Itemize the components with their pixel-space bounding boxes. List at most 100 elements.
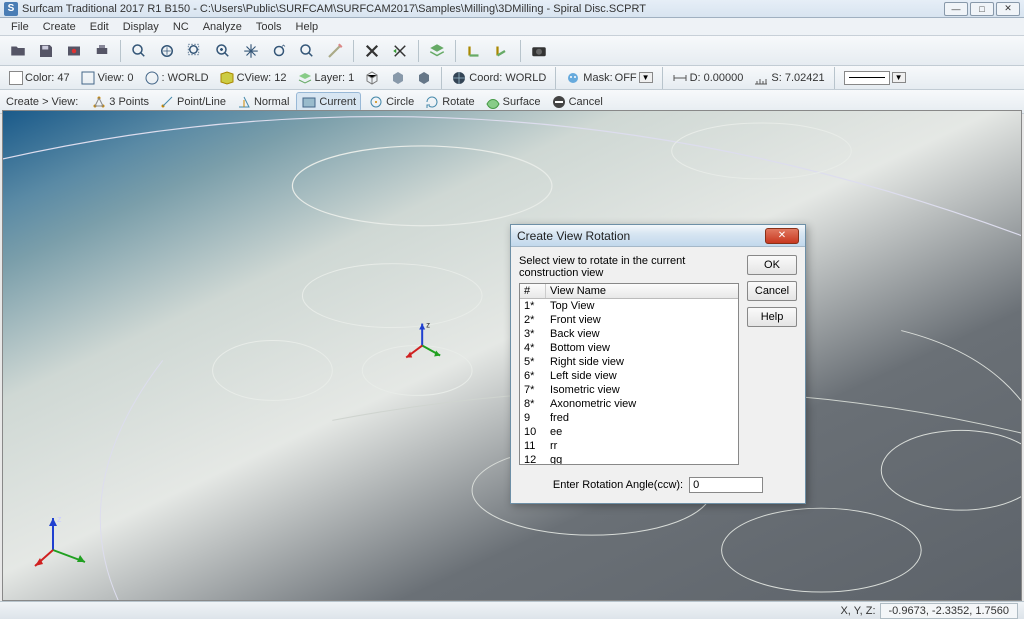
world-icon — [144, 70, 160, 86]
create-view-rotation-dialog: Create View Rotation ✕ Select view to ro… — [510, 224, 806, 504]
cview-icon — [219, 70, 235, 86]
color-label: Color: 47 — [25, 72, 70, 84]
view-icon — [80, 70, 96, 86]
wireframe-icon — [364, 70, 380, 86]
list-item[interactable]: 1*Top View — [520, 299, 738, 313]
app-icon: S — [4, 2, 18, 16]
dialog-close-button[interactable]: ✕ — [765, 228, 799, 244]
btn-current[interactable]: Current — [296, 92, 361, 112]
point-line-icon — [159, 94, 175, 110]
list-item[interactable]: 8*Axonometric view — [520, 397, 738, 411]
zoom-all-icon[interactable] — [155, 39, 179, 63]
list-item[interactable]: 11rr — [520, 439, 738, 453]
view-list-header: # View Name — [520, 284, 738, 299]
col-header-num[interactable]: # — [520, 284, 546, 298]
camera-icon[interactable] — [527, 39, 551, 63]
list-item[interactable]: 10ee — [520, 425, 738, 439]
menu-tools[interactable]: Tools — [249, 21, 289, 33]
dialog-title-bar[interactable]: Create View Rotation ✕ — [511, 225, 805, 247]
btn-3points[interactable]: 3 Points — [88, 94, 152, 110]
view-list[interactable]: # View Name 1*Top View2*Front view3*Back… — [519, 283, 739, 465]
list-item[interactable]: 3*Back view — [520, 327, 738, 341]
coord-label: Coord: WORLD — [469, 72, 546, 84]
menu-help[interactable]: Help — [289, 21, 326, 33]
line-style-dropdown-icon[interactable]: ▼ — [892, 72, 906, 83]
menu-file[interactable]: File — [4, 21, 36, 33]
btn-rotate[interactable]: Rotate — [421, 94, 477, 110]
layer-icon — [297, 70, 313, 86]
btn-normal[interactable]: Normal — [233, 94, 292, 110]
btn-surface[interactable]: Surface — [482, 94, 544, 110]
print-icon[interactable] — [90, 39, 114, 63]
zoom-in-icon[interactable] — [211, 39, 235, 63]
list-item[interactable]: 2*Front view — [520, 313, 738, 327]
mask-value: OFF — [615, 72, 637, 84]
line-style-preview — [844, 71, 890, 85]
ok-button[interactable]: OK — [747, 255, 797, 275]
cancel-icon — [551, 94, 567, 110]
s-label: S: 7.02421 — [771, 72, 824, 84]
record-icon[interactable] — [62, 39, 86, 63]
mask-icon — [565, 70, 581, 86]
redraw-icon[interactable] — [323, 39, 347, 63]
shade1-group[interactable] — [387, 70, 409, 86]
btn-circle[interactable]: Circle — [365, 94, 417, 110]
cview-group[interactable]: CView: 12 — [216, 70, 290, 86]
help-button[interactable]: Help — [747, 307, 797, 327]
save-icon[interactable] — [34, 39, 58, 63]
col-header-name[interactable]: View Name — [546, 284, 738, 298]
mask-label: Mask: — [583, 72, 612, 84]
list-item[interactable]: 9fred — [520, 411, 738, 425]
view-group[interactable]: View: 0 — [77, 70, 137, 86]
rotate-view-icon[interactable] — [267, 39, 291, 63]
world-group[interactable]: : WORLD — [141, 70, 212, 86]
list-item[interactable]: 5*Right side view — [520, 355, 738, 369]
open-icon[interactable] — [6, 39, 30, 63]
menu-create[interactable]: Create — [36, 21, 83, 33]
current-icon — [301, 94, 317, 110]
properties-toolbar: Color: 47 View: 0 : WORLD CView: 12 Laye… — [0, 66, 1024, 90]
zoom-window-icon[interactable] — [183, 39, 207, 63]
dialog-title: Create View Rotation — [517, 229, 630, 243]
surface-icon — [485, 94, 501, 110]
status-bar: X, Y, Z: -0.9673, -2.3352, 1.7560 — [0, 601, 1024, 619]
btn-cancel[interactable]: Cancel — [548, 94, 606, 110]
layers-icon[interactable] — [425, 39, 449, 63]
list-item[interactable]: 7*Isometric view — [520, 383, 738, 397]
mask-dropdown-icon[interactable]: ▼ — [639, 72, 653, 83]
minimize-button[interactable]: — — [944, 2, 968, 16]
mask-group[interactable]: Mask: OFF ▼ — [562, 70, 655, 86]
menu-edit[interactable]: Edit — [83, 21, 116, 33]
menu-analyze[interactable]: Analyze — [196, 21, 249, 33]
pan-icon[interactable] — [239, 39, 263, 63]
btn-pointline[interactable]: Point/Line — [156, 94, 229, 110]
s-group[interactable]: S: 7.02421 — [750, 70, 827, 86]
menu-nc[interactable]: NC — [166, 21, 196, 33]
list-item[interactable]: 12gg — [520, 453, 738, 465]
close-button[interactable]: ✕ — [996, 2, 1020, 16]
list-item[interactable]: 6*Left side view — [520, 369, 738, 383]
undo-icon[interactable] — [388, 39, 412, 63]
zoom-prev-icon[interactable] — [295, 39, 319, 63]
window-title: Surfcam Traditional 2017 R1 B150 - C:\Us… — [22, 3, 646, 15]
layer-label: Layer: 1 — [315, 72, 355, 84]
axis2-icon[interactable] — [490, 39, 514, 63]
list-item[interactable]: 4*Bottom view — [520, 341, 738, 355]
layer-group[interactable]: Layer: 1 — [294, 70, 358, 86]
d-group[interactable]: D: 0.00000 — [669, 70, 747, 86]
axis1-icon[interactable] — [462, 39, 486, 63]
delete-icon[interactable] — [360, 39, 384, 63]
angle-input[interactable] — [689, 477, 763, 493]
wire-group[interactable] — [361, 70, 383, 86]
angle-label: Enter Rotation Angle(ccw): — [553, 479, 683, 491]
corner-axis-icon: z — [33, 510, 93, 570]
coord-group[interactable]: Coord: WORLD — [448, 70, 549, 86]
shade2-group[interactable] — [413, 70, 435, 86]
menu-display[interactable]: Display — [116, 21, 166, 33]
linestyle-group[interactable]: ▼ — [841, 71, 909, 85]
zoom-fit-icon[interactable] — [127, 39, 151, 63]
cancel-button[interactable]: Cancel — [747, 281, 797, 301]
color-group[interactable]: Color: 47 — [6, 71, 73, 85]
shaded2-icon — [416, 70, 432, 86]
maximize-button[interactable]: □ — [970, 2, 994, 16]
